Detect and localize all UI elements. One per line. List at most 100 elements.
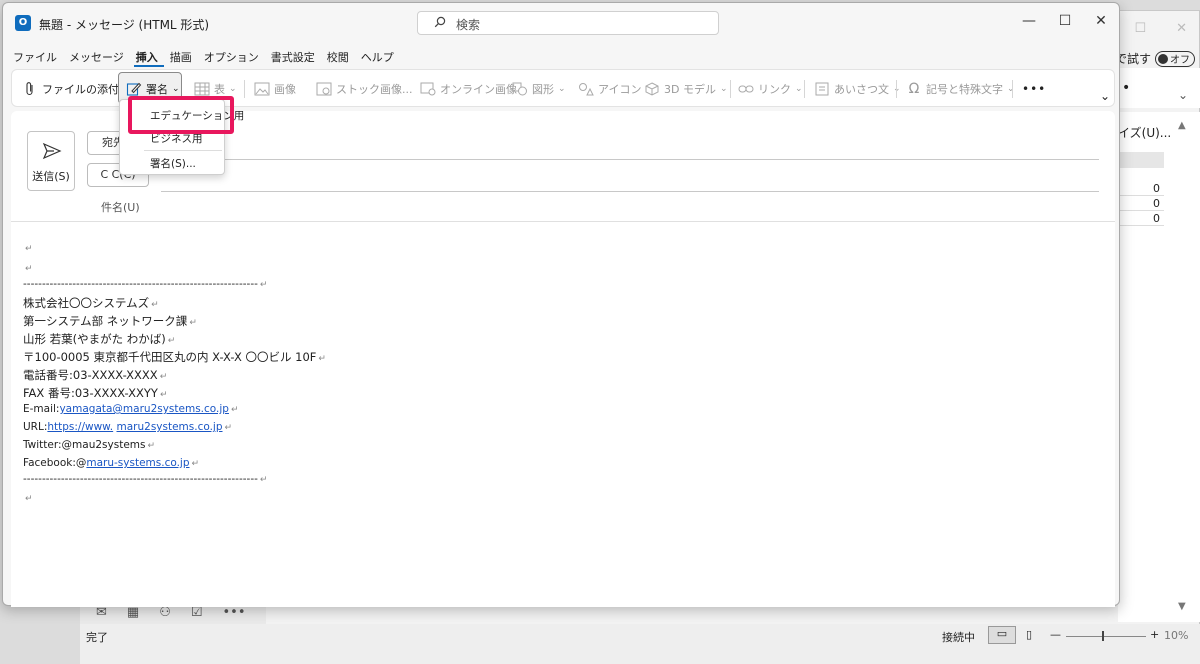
menu-insert[interactable]: 挿入 — [133, 49, 164, 67]
attach-file-button[interactable]: ファイルの添付⌄ — [22, 79, 131, 99]
signature-fax: FAX 番号:03-XXXX-XXYY ↵ — [23, 386, 168, 400]
status-connected: 接続中 — [942, 631, 975, 644]
icons-icon — [578, 81, 594, 97]
search-placeholder: 検索 — [456, 18, 481, 32]
ribbon-expand-icon[interactable]: ⌄ — [1100, 86, 1110, 106]
url-link-b[interactable]: maru2systems.co.jp — [117, 421, 223, 433]
dropdown-separator — [144, 150, 222, 151]
symbols-label: 記号と特殊文字 — [926, 83, 1003, 96]
toggle-knob — [1158, 53, 1169, 64]
3d-models-button[interactable]: 3D モデル ⌄ — [644, 79, 728, 99]
send-button[interactable]: 送信(S) — [27, 131, 75, 191]
signature-twitter: Twitter:@mau2systems ↵ — [23, 439, 156, 451]
empty-line: ↵ — [25, 244, 33, 254]
zoom-out-icon[interactable]: — — [1050, 628, 1061, 641]
background-ribbon-expand-icon[interactable]: ⌄ — [1178, 88, 1188, 102]
signature-separator: ----------------------------------------… — [23, 473, 268, 485]
try-toggle[interactable]: オフ — [1155, 50, 1196, 67]
signature-pen-icon — [126, 81, 142, 97]
icons-label: アイコン — [598, 83, 642, 96]
link-button[interactable]: リンク ⌄ — [738, 79, 803, 99]
scroll-up-icon[interactable]: ▲ — [1178, 120, 1192, 131]
try-new-outlook[interactable]: で試す オフ — [1115, 50, 1196, 67]
online-pictures-label: オンライン画像 — [440, 83, 517, 96]
link-label: リンク — [758, 83, 791, 96]
more-options-button[interactable]: ••• — [1022, 79, 1046, 99]
background-dot-icon: • — [1122, 80, 1131, 96]
shapes-label: 図形 — [532, 83, 554, 96]
close-button[interactable]: ✕ — [1091, 13, 1111, 29]
background-header-cell — [1118, 152, 1164, 168]
zoom-level[interactable]: 10% — [1164, 629, 1188, 642]
background-title-buttons: ☐ ✕ — [1134, 21, 1187, 36]
chevron-down-icon: ⌄ — [795, 84, 803, 94]
url-link-a[interactable]: https://www. — [47, 421, 113, 433]
minimize-button[interactable]: — — [1019, 13, 1039, 29]
background-maximize-icon[interactable]: ☐ — [1134, 21, 1146, 36]
greeting-label: あいさつ文 — [834, 83, 889, 96]
zoom-slider[interactable] — [1066, 636, 1146, 637]
ribbon-separator — [804, 80, 805, 98]
chevron-down-icon: ⌄ — [558, 84, 566, 94]
omega-icon: Ω — [908, 81, 920, 97]
view-normal-icon[interactable]: ▭ — [988, 626, 1016, 644]
stock-images-button[interactable]: ストック画像... — [316, 79, 413, 99]
message-body[interactable]: ↵ ↵ ------------------------------------… — [11, 221, 1115, 607]
compose-window: O 無題 - メッセージ (HTML 形式) 検索 — ☐ ✕ ファイル メッセ… — [2, 2, 1120, 607]
signature-address: 〒100-0005 東京都千代田区丸の内 X-X-X 〇〇ビル 10F ↵ — [23, 350, 326, 364]
background-scrollbar[interactable]: ▲ ▼ — [1178, 120, 1192, 612]
signature-facebook: Facebook:@maru-systems.co.jp ↵ — [23, 457, 200, 469]
scroll-down-icon[interactable]: ▼ — [1178, 601, 1192, 612]
menu-message[interactable]: メッセージ — [67, 49, 130, 67]
facebook-link[interactable]: maru-systems.co.jp — [86, 457, 189, 469]
menu-review[interactable]: 校閲 — [325, 49, 355, 67]
picture-button[interactable]: 画像 — [254, 79, 296, 99]
table-icon — [194, 81, 210, 97]
stock-images-label: ストック画像... — [336, 83, 413, 96]
attach-file-label: ファイルの添付 — [42, 83, 119, 96]
empty-line: ↵ — [25, 264, 33, 274]
email-link[interactable]: yamagata@maru2systems.co.jp — [59, 403, 228, 415]
online-pictures-button[interactable]: オンライン画像 — [420, 79, 517, 99]
signature-department: 第一システム部 ネットワーク課 ↵ — [23, 314, 197, 328]
symbols-button[interactable]: Ω 記号と特殊文字 ⌄ — [906, 79, 1015, 99]
cube-icon — [644, 81, 660, 97]
signature-name: 山形 若葉(やまがた わかば) ↵ — [23, 332, 176, 346]
greeting-button[interactable]: あいさつ文⌄ — [814, 79, 901, 99]
paperclip-icon — [22, 81, 38, 97]
background-count: 0 — [1118, 212, 1164, 226]
menu-draw[interactable]: 描画 — [168, 49, 198, 67]
online-pictures-icon — [420, 81, 436, 97]
menu-bar: ファイル メッセージ 挿入 描画 オプション 書式設定 校閲 ヘルプ — [11, 49, 404, 67]
ribbon-separator — [244, 80, 245, 98]
to-field[interactable] — [161, 159, 1099, 160]
ribbon-separator — [896, 80, 897, 98]
search-box[interactable]: 検索 — [417, 11, 719, 35]
view-reading-icon[interactable]: ▯ — [1026, 628, 1032, 641]
zoom-slider-handle[interactable] — [1102, 631, 1104, 641]
menu-help[interactable]: ヘルプ — [359, 49, 400, 67]
shapes-icon — [512, 81, 528, 97]
icons-button[interactable]: アイコン — [578, 79, 641, 99]
signature-tel: 電話番号:03-XXXX-XXXX ↵ — [23, 368, 168, 382]
maximize-button[interactable]: ☐ — [1055, 13, 1075, 29]
empty-line: ↵ — [25, 494, 33, 504]
background-close-icon[interactable]: ✕ — [1176, 21, 1187, 36]
table-label: 表 — [214, 83, 225, 96]
chevron-down-icon: ⌄ — [229, 84, 237, 94]
window-title: 無題 - メッセージ (HTML 形式) — [39, 18, 210, 32]
background-size-label[interactable]: イズ(U)... — [1118, 124, 1171, 141]
shapes-button[interactable]: 図形 ⌄ — [512, 79, 566, 99]
signature-label: 署名 — [146, 83, 168, 96]
background-count: 0 — [1118, 182, 1164, 196]
send-icon — [42, 142, 62, 160]
cc-field[interactable] — [161, 191, 1099, 192]
signature-company: 株式会社〇〇システムズ ↵ — [23, 296, 159, 310]
menu-options[interactable]: オプション — [202, 49, 265, 67]
menu-file[interactable]: ファイル — [11, 49, 63, 67]
signature-settings-option[interactable]: 署名(S)... — [120, 156, 224, 171]
menu-format[interactable]: 書式設定 — [269, 49, 321, 67]
picture-icon — [254, 81, 270, 97]
zoom-in-icon[interactable]: + — [1150, 628, 1159, 641]
highlight-box — [128, 96, 234, 134]
